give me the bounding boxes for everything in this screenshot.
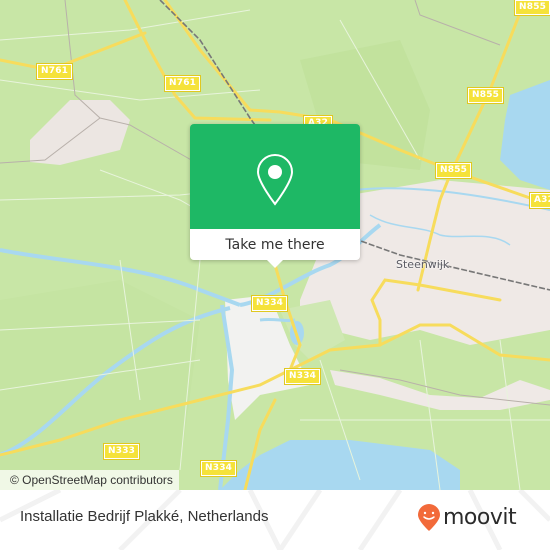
map-pin-icon [256, 154, 294, 206]
popup-pointer [266, 259, 284, 268]
road-shield-n761: N761 [37, 64, 73, 79]
road-shield-n333: N333 [104, 444, 140, 459]
footer-bar: Installatie Bedrijf Plakké, Netherlands … [0, 490, 550, 550]
road-shield-n761: N761 [165, 76, 201, 91]
road-shield-a32: A32 [530, 193, 550, 208]
road-shield-n334: N334 [252, 296, 288, 311]
road-shield-n855: N855 [436, 163, 472, 178]
road-shield-n855: N855 [468, 88, 504, 103]
road-shield-n334: N334 [285, 369, 321, 384]
moovit-pin-smile-icon [418, 504, 440, 531]
take-me-there-button[interactable]: Take me there [190, 229, 360, 260]
road-shield-n855: N855 [515, 0, 550, 15]
popup-card: Take me there [190, 124, 360, 260]
road-shield-n334: N334 [201, 461, 237, 476]
map-attribution[interactable]: © OpenStreetMap contributors [0, 470, 179, 490]
place-title: Installatie Bedrijf Plakké, Netherlands [20, 508, 269, 525]
map-view[interactable]: N761 N761 A32 N855 N855 N855 A32 N334 N3… [0, 0, 550, 490]
popup-header [190, 124, 360, 229]
location-popup: Take me there [190, 124, 360, 268]
place-label-steenwijk: Steenwijk [396, 258, 450, 271]
moovit-wordmark: moovit [443, 505, 517, 530]
moovit-logo[interactable]: moovit [417, 504, 517, 532]
